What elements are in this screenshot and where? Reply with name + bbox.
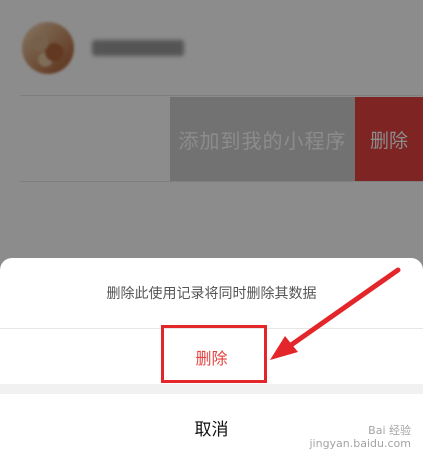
action-sheet-gap [0, 384, 423, 394]
watermark: Bai 经验 jingyan.baidu.com [309, 424, 411, 450]
page: 添加到我的小程序 删除 删除此使用记录将同时删除其数据 删除 取消 Bai 经验… [0, 0, 423, 460]
watermark-text: Bai 经验 [368, 423, 411, 437]
action-sheet-description: 删除此使用记录将同时删除其数据 [106, 286, 317, 302]
annotation-highlight-box [161, 325, 267, 383]
watermark-subtext: jingyan.baidu.com [309, 436, 411, 450]
